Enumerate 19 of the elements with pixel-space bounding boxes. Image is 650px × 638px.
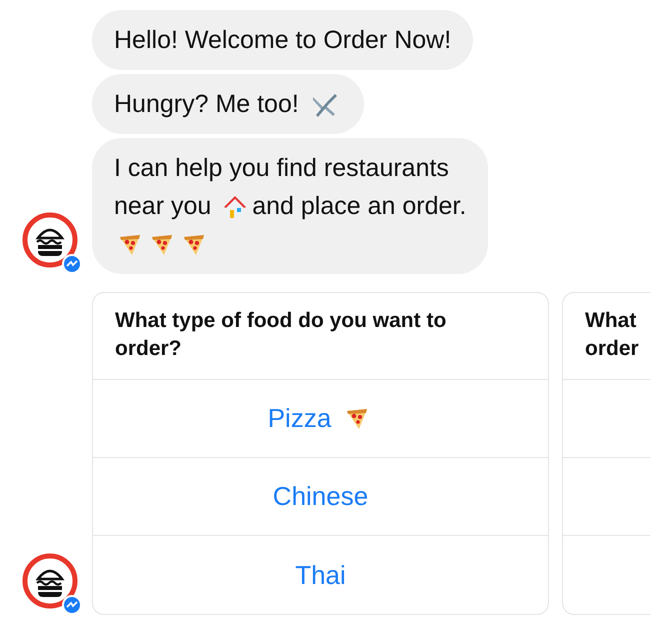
question-text: What bbox=[585, 308, 638, 334]
message-text: Hungry? Me too! bbox=[114, 90, 299, 118]
burger-avatar-icon bbox=[22, 553, 82, 615]
pizza-icon bbox=[118, 233, 142, 258]
message-text: and place an order. bbox=[252, 192, 466, 220]
option-button[interactable]: Pizza bbox=[268, 399, 332, 438]
burger-avatar-icon bbox=[22, 212, 82, 274]
question-text: order bbox=[585, 336, 640, 362]
house-icon bbox=[222, 194, 248, 220]
option-button[interactable]: Chinese bbox=[272, 477, 368, 516]
message-text: Hello! Welcome to Order Now! bbox=[114, 26, 452, 54]
message-text: near you bbox=[114, 192, 212, 220]
pizza-icon bbox=[345, 406, 370, 430]
option-button[interactable]: Thai bbox=[295, 556, 346, 594]
pizza-icon bbox=[182, 233, 206, 258]
question-text: What type of food do you want to bbox=[115, 308, 448, 334]
question-text: order? bbox=[115, 336, 183, 362]
pizza-icon bbox=[150, 233, 174, 258]
message-text: I can help you find restaurants bbox=[114, 154, 449, 182]
